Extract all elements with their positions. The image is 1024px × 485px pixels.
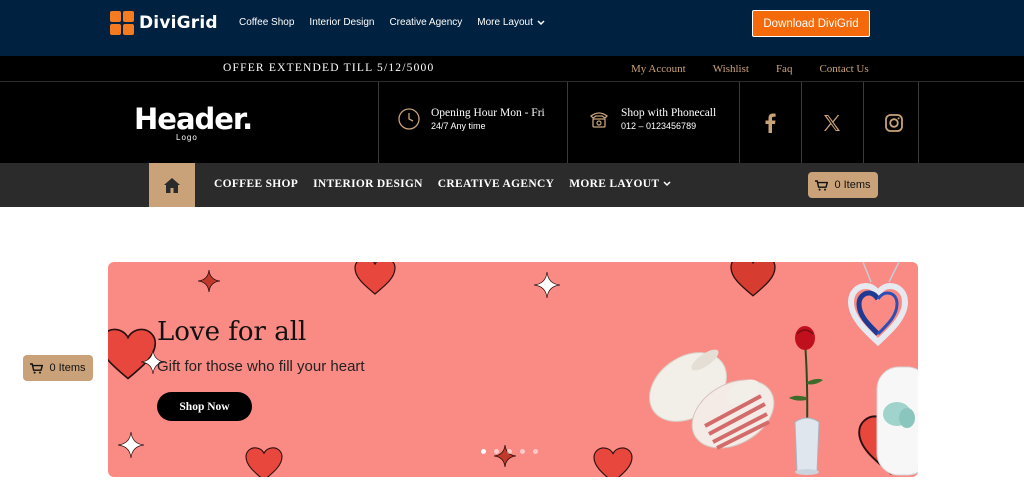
sparkle-icon xyxy=(198,270,220,292)
home-icon xyxy=(164,177,180,193)
heart-necklace-image xyxy=(847,262,909,347)
heart-icon xyxy=(593,447,633,477)
header-logo-subtext: Logo xyxy=(176,133,198,142)
sparkle-icon xyxy=(534,272,560,298)
main-nav: COFFEE SHOP INTERIOR DESIGN CREATIVE AGE… xyxy=(214,178,671,190)
rose-vase-image xyxy=(789,326,823,475)
hero-subtitle: Gift for those who fill your heart xyxy=(157,358,365,375)
instagram-link[interactable] xyxy=(863,82,925,163)
account-links: My Account Wishlist Faq Contact Us xyxy=(631,63,869,75)
divigrid-nav-creative-agency[interactable]: Creative Agency xyxy=(389,17,462,28)
floating-cart-button[interactable]: 0 Items xyxy=(23,355,93,381)
main-navbar: COFFEE SHOP INTERIOR DESIGN CREATIVE AGE… xyxy=(0,163,1024,207)
clock-icon xyxy=(398,108,420,130)
faq-link[interactable]: Faq xyxy=(776,63,793,75)
divigrid-logo[interactable]: DiviGrid xyxy=(110,11,218,35)
divigrid-nav-more-layout[interactable]: More Layout xyxy=(477,17,545,28)
divider xyxy=(567,82,568,163)
divider xyxy=(918,82,919,163)
slider-dot[interactable] xyxy=(507,449,512,454)
header-logo[interactable]: Header. Logo xyxy=(134,102,253,142)
header-logo-text: Header. xyxy=(134,102,253,136)
x-link[interactable] xyxy=(801,82,863,163)
phone-info: Shop with Phonecall 012 – 0123456789 xyxy=(587,107,716,131)
divigrid-nav-interior-design[interactable]: Interior Design xyxy=(309,17,374,28)
divigrid-nav: Coffee Shop Interior Design Creative Age… xyxy=(239,17,545,28)
heart-icon xyxy=(354,262,396,295)
chevron-down-icon xyxy=(537,19,545,25)
offer-bar: OFFER EXTENDED TILL 5/12/5000 My Account… xyxy=(0,56,1024,82)
earbuds-case-image xyxy=(876,366,918,476)
nav-more-layout-label: MORE LAYOUT xyxy=(569,178,660,190)
divider xyxy=(378,82,379,163)
header-main: Header. Logo Opening Hour Mon - Fri 24/7… xyxy=(0,82,1024,163)
divigrid-logo-icon xyxy=(110,11,134,35)
sparkle-icon xyxy=(118,432,144,458)
slider-dot[interactable] xyxy=(494,449,499,454)
divigrid-topbar: DiviGrid Coffee Shop Interior Design Cre… xyxy=(0,0,1024,56)
cart-icon xyxy=(30,362,44,374)
slider-dot[interactable] xyxy=(520,449,525,454)
slider-pagination xyxy=(481,449,538,454)
opening-hours-detail: 24/7 Any time xyxy=(431,121,486,131)
heart-icon xyxy=(245,447,283,477)
facebook-icon xyxy=(765,113,776,133)
nav-creative-agency[interactable]: CREATIVE AGENCY xyxy=(438,178,554,190)
chevron-down-icon xyxy=(663,181,671,187)
x-icon xyxy=(824,114,840,131)
shop-now-button[interactable]: Shop Now xyxy=(157,392,252,421)
nav-interior-design[interactable]: INTERIOR DESIGN xyxy=(313,178,423,190)
nav-more-layout[interactable]: MORE LAYOUT xyxy=(569,178,671,190)
heart-icon xyxy=(730,262,776,297)
hero-banner: Love for all Gift for those who fill you… xyxy=(108,262,918,477)
instagram-icon xyxy=(885,113,903,132)
hero-title: Love for all xyxy=(157,317,307,347)
download-divigrid-button[interactable]: Download DiviGrid xyxy=(752,10,870,37)
header-cart-label: 0 Items xyxy=(834,179,871,191)
cart-icon xyxy=(815,179,829,191)
my-account-link[interactable]: My Account xyxy=(631,63,686,75)
facebook-link[interactable] xyxy=(739,82,801,163)
wishlist-link[interactable]: Wishlist xyxy=(713,63,749,75)
slippers-image xyxy=(649,349,775,450)
nav-coffee-shop[interactable]: COFFEE SHOP xyxy=(214,178,298,190)
offer-text: OFFER EXTENDED TILL 5/12/5000 xyxy=(223,62,435,74)
slider-dot-active[interactable] xyxy=(481,449,486,454)
divigrid-nav-coffee-shop[interactable]: Coffee Shop xyxy=(239,17,294,28)
divigrid-nav-more-layout-label: More Layout xyxy=(477,17,533,28)
opening-hours-title: Opening Hour Mon - Fri xyxy=(431,107,545,119)
floating-cart-label: 0 Items xyxy=(49,362,86,374)
phone-icon xyxy=(590,112,608,128)
slider-dot[interactable] xyxy=(533,449,538,454)
home-button[interactable] xyxy=(149,163,195,207)
contact-us-link[interactable]: Contact Us xyxy=(819,63,868,75)
opening-hours-info: Opening Hour Mon - Fri 24/7 Any time xyxy=(397,107,545,131)
divigrid-brand-name: DiviGrid xyxy=(139,13,218,33)
phone-title: Shop with Phonecall xyxy=(621,107,717,119)
header-cart-button[interactable]: 0 Items xyxy=(808,172,878,198)
phone-number: 012 – 0123456789 xyxy=(621,121,697,131)
